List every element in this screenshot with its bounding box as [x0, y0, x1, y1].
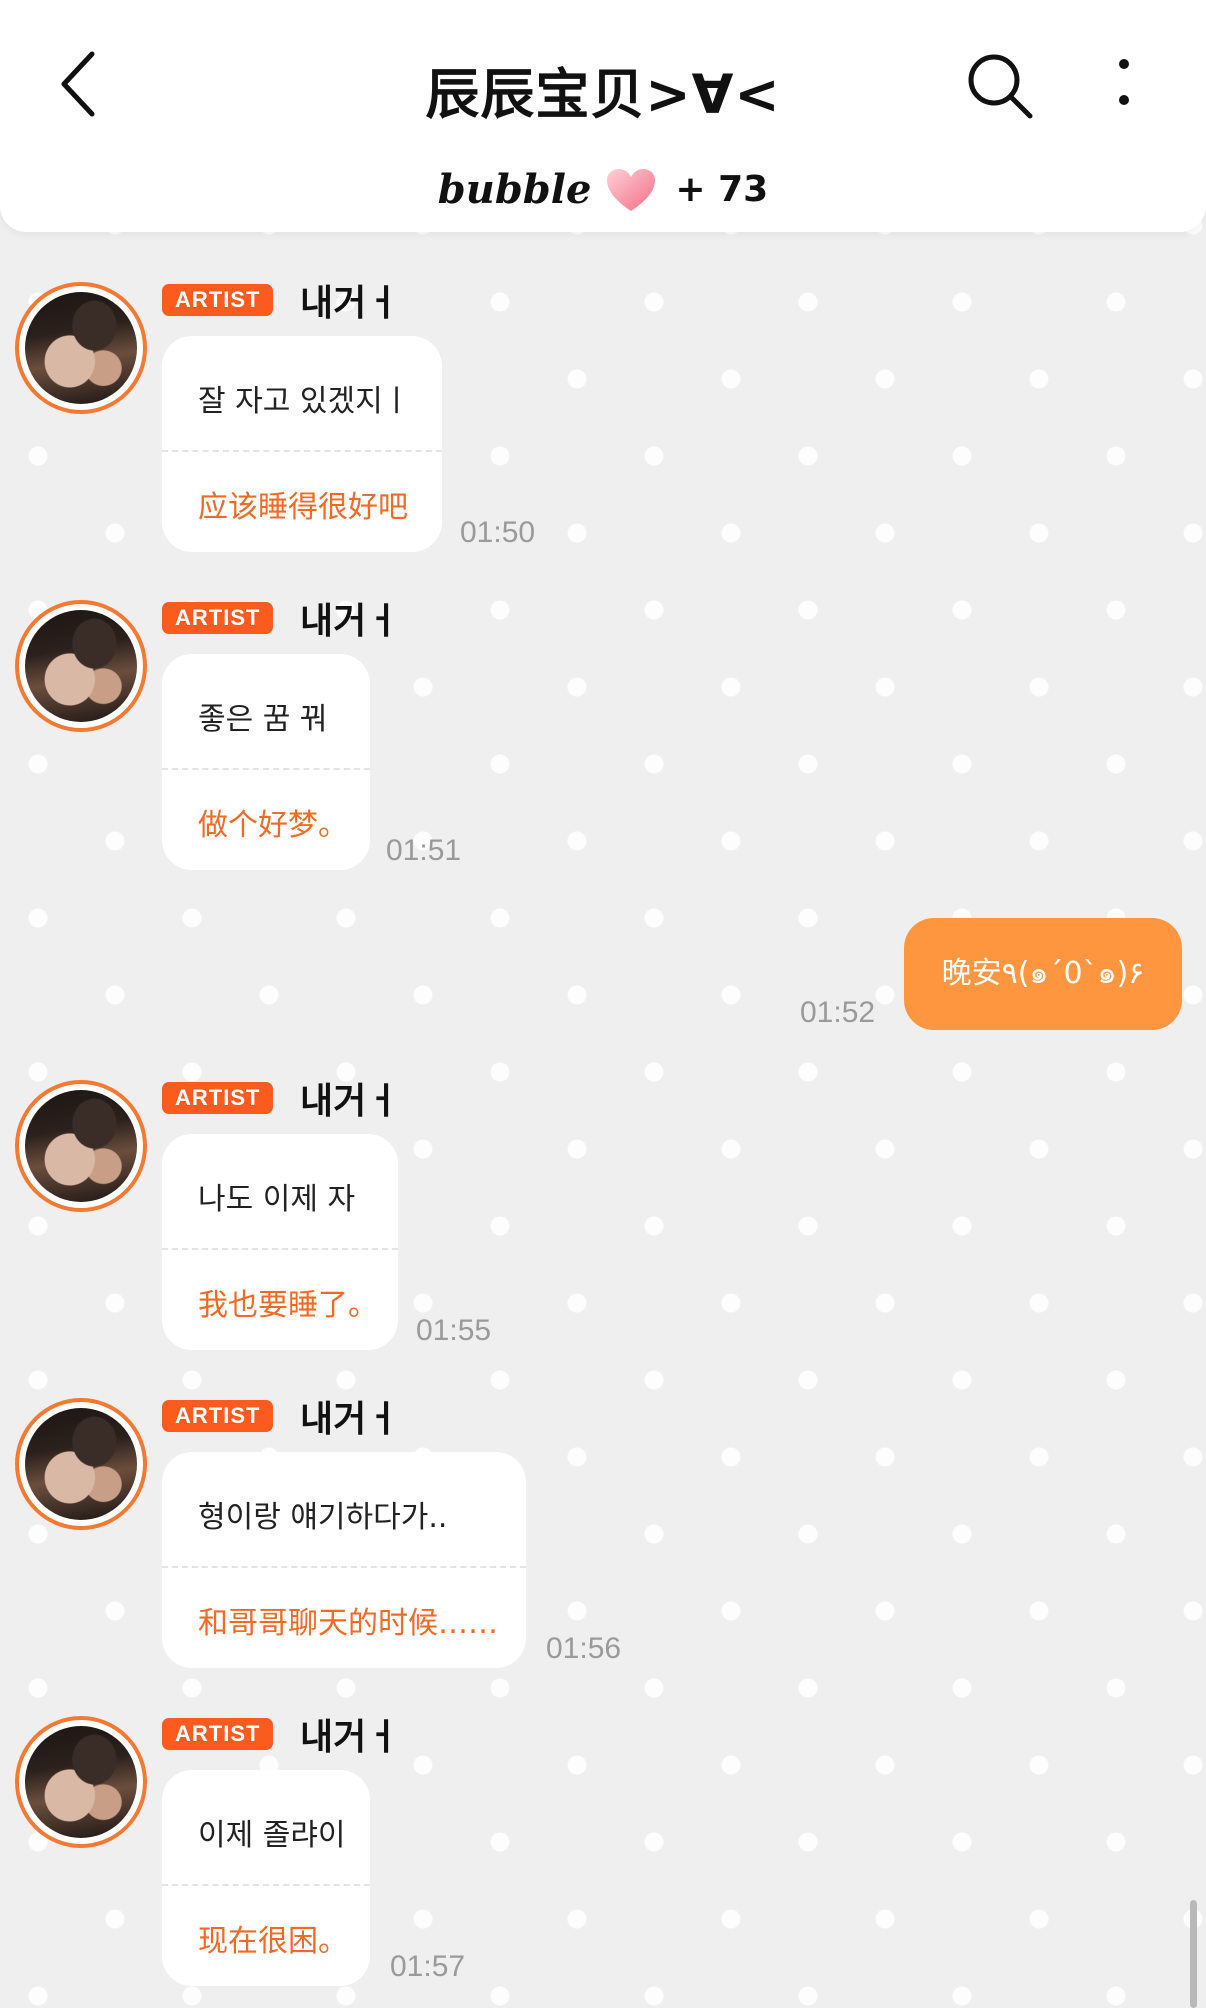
sender-name: 내거ㅓ — [300, 283, 400, 324]
avatar[interactable] — [15, 1398, 147, 1530]
message-time: 01:55 — [416, 1314, 492, 1347]
message-korean: 형이랑 얘기하다가.. — [198, 1500, 448, 1535]
artist-badge: ARTIST — [162, 1400, 274, 1432]
avatar[interactable] — [15, 1716, 147, 1848]
sender-name: 내거ㅓ — [300, 1399, 400, 1440]
message-korean: 이제 졸랴이 — [198, 1818, 346, 1853]
message-card[interactable]: 이제 졸랴이 现在很困。 — [162, 1770, 370, 1986]
bubble-count: + 73 — [675, 169, 769, 210]
sender-name: 내거ㅓ — [300, 1717, 400, 1758]
heart-icon — [607, 168, 656, 211]
avatar-photo — [25, 1090, 137, 1202]
avatar-photo — [25, 610, 137, 722]
message-time: 01:57 — [390, 1950, 466, 1983]
search-icon[interactable] — [966, 52, 1036, 122]
message-time: 01:50 — [460, 516, 536, 549]
divider — [162, 768, 370, 770]
message-item: ARTIST 내거ㅓ 잘 자고 있겠지ㅣ 应该睡得很好吧 01:50 — [0, 282, 1206, 552]
message-item: ARTIST 내거ㅓ 이제 졸랴이 现在很困。 01:57 — [0, 1716, 1206, 1986]
message-card[interactable]: 나도 이제 자 我也要睡了。 — [162, 1134, 398, 1350]
chat-header: 辰辰宝贝>∀< bubble + 73 — [0, 0, 1206, 232]
message-translation: 和哥哥聊天的时候…… — [198, 1606, 498, 1641]
message-korean: 잘 자고 있겠지ㅣ — [198, 384, 411, 419]
divider — [162, 1248, 398, 1250]
message-card[interactable]: 형이랑 얘기하다가.. 和哥哥聊天的时候…… — [162, 1452, 526, 1668]
divider — [162, 450, 442, 452]
avatar[interactable] — [15, 600, 147, 732]
artist-badge: ARTIST — [162, 284, 274, 316]
artist-badge: ARTIST — [162, 1718, 274, 1750]
bubble-status: bubble + 73 — [0, 166, 1206, 213]
message-translation: 我也要睡了。 — [198, 1288, 378, 1323]
sender-name: 내거ㅓ — [300, 601, 400, 642]
avatar-photo — [25, 1726, 137, 1838]
message-translation: 做个好梦。 — [198, 808, 348, 843]
user-message-bubble[interactable]: 晚安٩(๑´0`๑)۶ — [904, 918, 1182, 1030]
avatar[interactable] — [15, 1080, 147, 1212]
message-time: 01:56 — [546, 1632, 622, 1665]
message-card[interactable]: 좋은 꿈 꿔 做个好梦。 — [162, 654, 370, 870]
back-icon[interactable] — [52, 48, 108, 120]
divider — [162, 1566, 526, 1568]
message-card[interactable]: 잘 자고 있겠지ㅣ 应该睡得很好吧 — [162, 336, 442, 552]
avatar[interactable] — [15, 282, 147, 414]
scrollbar[interactable] — [1190, 1900, 1197, 2008]
message-korean: 나도 이제 자 — [198, 1182, 356, 1217]
message-item: ARTIST 내거ㅓ 나도 이제 자 我也要睡了。 01:55 — [0, 1080, 1206, 1350]
divider — [162, 1884, 370, 1886]
message-translation: 现在很困。 — [198, 1924, 348, 1959]
avatar-photo — [25, 292, 137, 404]
message-korean: 좋은 꿈 꿔 — [198, 702, 328, 737]
message-translation: 应该睡得很好吧 — [198, 490, 408, 525]
avatar-photo — [25, 1408, 137, 1520]
bubble-logo: bubble — [437, 166, 592, 213]
message-item: ARTIST 내거ㅓ 좋은 꿈 꿔 做个好梦。 01:51 — [0, 600, 1206, 870]
message-time: 01:52 — [800, 996, 876, 1029]
sender-name: 내거ㅓ — [300, 1081, 400, 1122]
artist-badge: ARTIST — [162, 1082, 274, 1114]
artist-badge: ARTIST — [162, 602, 274, 634]
message-item: ARTIST 내거ㅓ 형이랑 얘기하다가.. 和哥哥聊天的时候…… 01:56 — [0, 1398, 1206, 1668]
message-time: 01:51 — [386, 834, 462, 867]
chat-title: 辰辰宝贝>∀< — [425, 63, 781, 126]
more-icon[interactable] — [1102, 54, 1146, 120]
